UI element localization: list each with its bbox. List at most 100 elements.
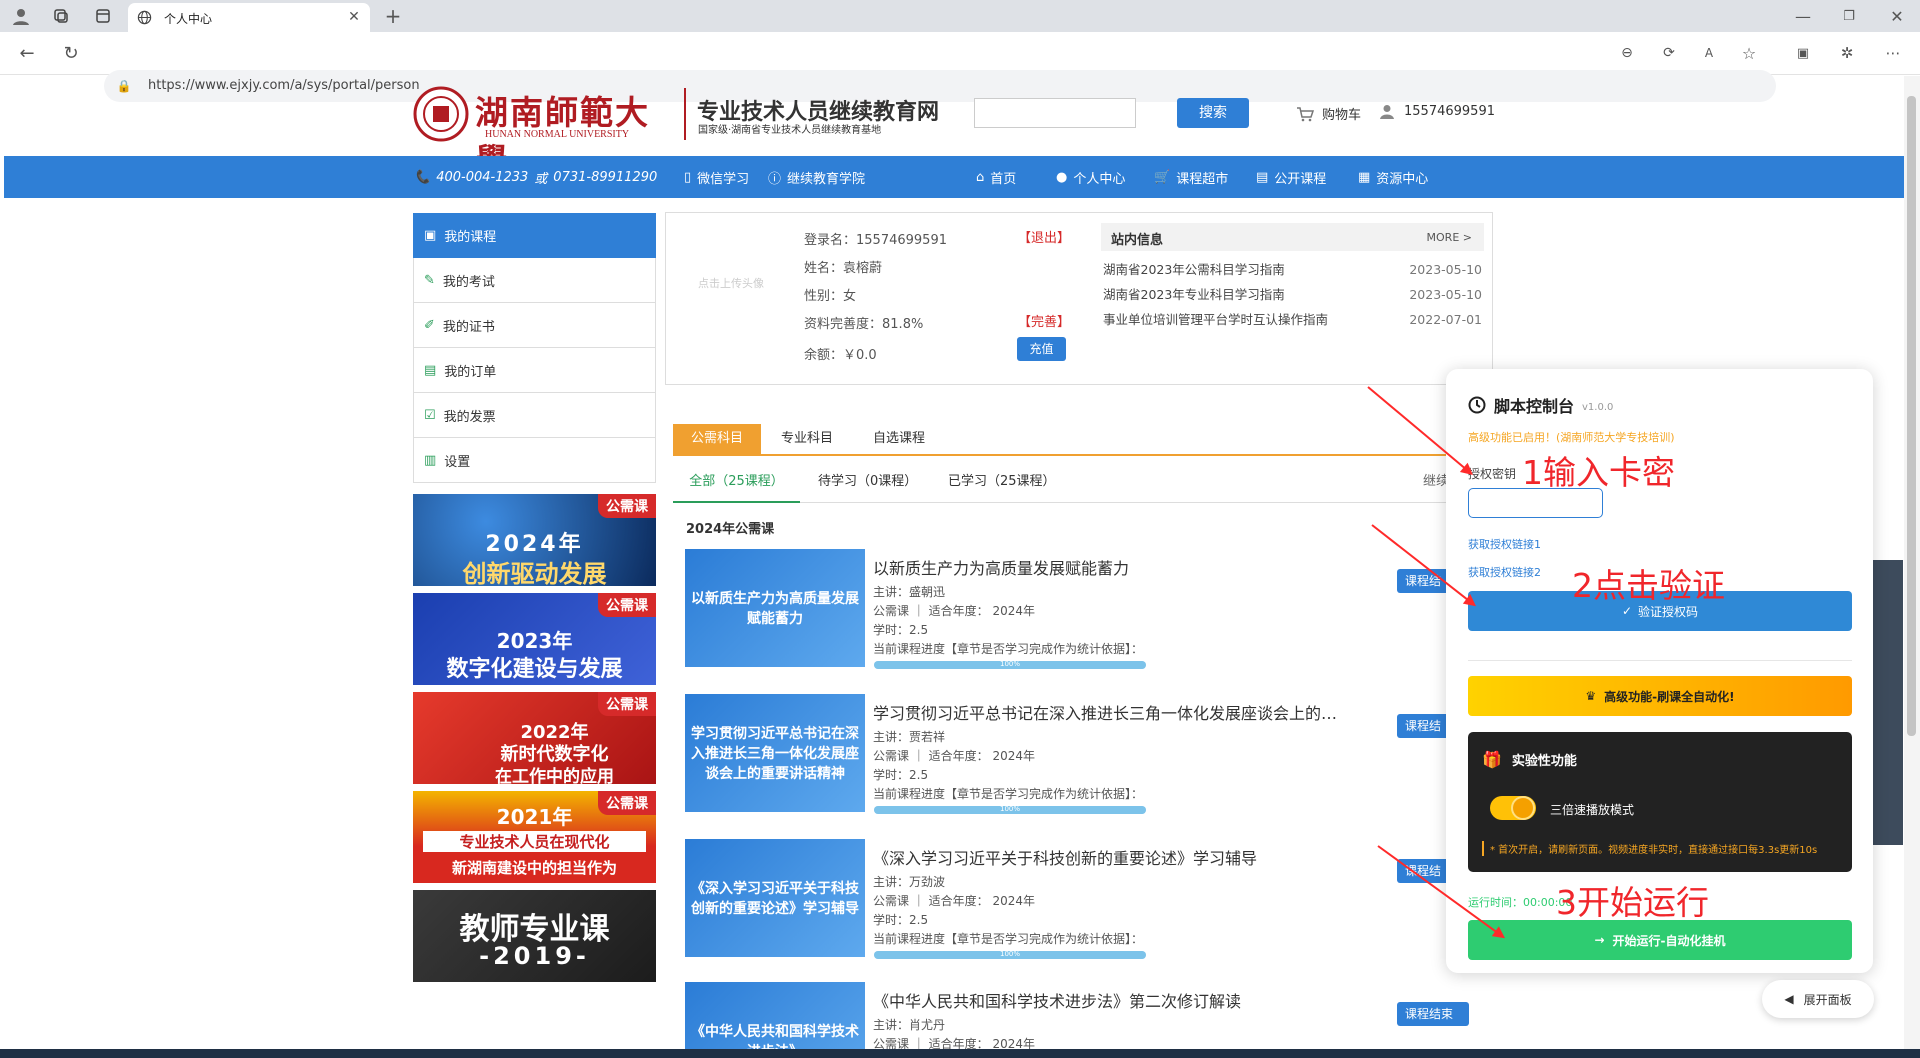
news-item[interactable]: 湖南省2023年公需科目学习指南 2023-05-10 [1103,257,1482,282]
course-thumbnail[interactable]: 《中华人民共和国科学技术进步法》 [685,982,865,1058]
start-button[interactable]: → 开始运行-自动化挂机 [1468,920,1852,960]
nav-college[interactable]: ⓘ 继续教育学院 [768,156,865,198]
tab-public[interactable]: 公需科目 [673,424,762,454]
course-progress-label: 当前课程进度【章节是否学习完成作为统计依据】： [873,787,1144,801]
banner-2024[interactable]: 公需课 2024年 创新驱动发展 [413,494,656,586]
banner-line1: 2021年 [496,805,573,829]
close-window-icon[interactable]: ✕ [1884,4,1910,28]
course-title[interactable]: 《深入学习习近平关于科技创新的重要论述》学习辅导 [873,845,1257,869]
speed-toggle[interactable] [1490,796,1536,820]
main-navbar: 📞 400-004-1233 或 0731-89911290 ▯ 微信学习 ⓘ 继续… [4,156,1906,198]
gender-value: 女 [843,289,857,304]
license-link-1[interactable]: 获取授权链接1 [1468,536,1541,552]
refresh-icon[interactable]: ↻ [58,40,84,66]
news-list: 湖南省2023年公需科目学习指南 2023-05-10 湖南省2023年专业科目学… [1103,257,1482,332]
url-bar[interactable]: 🔒 https://www.ejxjy.com/a/sys/portal/per… [104,70,1776,102]
favorite-star-icon[interactable]: ☆ [1738,42,1760,64]
section-title: 2024年公需课 [686,522,775,537]
page-scrollbar[interactable] [1904,76,1920,1049]
extensions-puzzle-icon[interactable]: ✲ [1836,42,1858,64]
translate-icon[interactable]: ⟳ [1658,42,1680,64]
profile-icon[interactable] [8,4,34,28]
menu-my-invoices[interactable]: ☑ 我的发票 [413,393,656,438]
course-thumbnail[interactable]: 学习贯彻习近平总书记在深入推进长三角一体化发展座谈会上的重要讲话精神 [685,694,865,812]
annotation-1: 1输入卡密 [1522,453,1675,492]
news-item-text: 湖南省2023年公需科目学习指南 [1103,262,1285,277]
menu-my-certs[interactable]: ✐ 我的证书 [413,303,656,348]
certificate-icon: ✐ [424,317,435,333]
logout-link[interactable]: 【退出】 [1018,227,1070,246]
search-button[interactable]: 搜索 [1177,98,1249,128]
news-header: 站内信息 MORE > [1101,223,1484,251]
read-aloud-icon[interactable]: A [1698,42,1720,64]
premium-button[interactable]: ♛ 高级功能-刷课全自动化! [1468,676,1852,716]
lock-icon[interactable]: 🔒 [116,78,132,94]
tab-professional[interactable]: 专业科目 [761,424,853,454]
news-item[interactable]: 事业单位培训管理平台学时互认操作指南 2022-07-01 [1103,307,1482,332]
cart-icon [1297,106,1314,121]
nav-open-courses[interactable]: ▤ 公开课程 [1256,156,1326,198]
tab-elective[interactable]: 自选课程 [853,424,945,454]
course-item[interactable]: 《中华人民共和国科学技术进步法》 《中华人民共和国科学技术进步法》第二次修订解读… [685,982,1469,1058]
new-tab-icon[interactable]: + [380,4,406,28]
course-thumbnail[interactable]: 《深入学习习近平关于科技创新的重要论述》学习辅导 [685,839,865,957]
nav-market[interactable]: 🛒 课程超市 [1154,156,1228,198]
extension-badge-icon[interactable]: ▣ [1792,42,1814,64]
tab-underline [673,454,1493,456]
nav-wechat[interactable]: ▯ 微信学习 [684,156,749,198]
course-item[interactable]: 以新质生产力为高质量发展赋能蓄力 以新质生产力为高质量发展赋能蓄力 主讲：盛朝迅… [685,549,1469,669]
subtab-pending[interactable]: 待学习（0课程） [818,463,917,501]
recharge-button[interactable]: 充值 [1017,337,1066,361]
phone-1: 400-004-1233 [436,169,529,185]
user-link[interactable]: 15574699591 [1380,104,1495,119]
courses-icon: ▣ [424,228,437,243]
menu-label: 我的订单 [444,364,497,380]
url-text[interactable]: https://www.ejxjy.com/a/sys/portal/perso… [148,78,420,93]
subtab-all[interactable]: 全部（25课程） [673,463,800,503]
menu-settings[interactable]: ▥ 设置 [413,438,656,483]
zoom-out-icon[interactable]: ⊖ [1616,42,1638,64]
back-icon[interactable]: ← [14,40,40,66]
banner-2022[interactable]: 公需课 2022年 新时代数字化 在工作中的应用 [413,692,656,784]
search-input[interactable] [974,98,1136,128]
course-item[interactable]: 《深入学习习近平关于科技创新的重要论述》学习辅导 《深入学习习近平关于科技创新的… [685,839,1469,959]
subtab-done[interactable]: 已学习（25课程） [948,463,1056,501]
menu-my-courses[interactable]: ▣ 我的课程 [413,213,656,258]
complete-label: 资料完善度： [804,317,883,332]
close-tab-icon[interactable]: ✕ [346,9,362,25]
nav-resources[interactable]: ▦ 资源中心 [1358,156,1428,198]
course-title[interactable]: 以新质生产力为高质量发展赋能蓄力 [873,555,1129,579]
course-year: 公需课 ｜ 适合年度： 2024年 [873,749,1035,763]
banner-teacher-2019[interactable]: 教师专业课 -2019- [413,890,656,982]
tab-actions-icon[interactable] [90,4,116,28]
workspaces-icon[interactable] [48,4,74,28]
expand-panel-button[interactable]: ◀ 展开面板 [1762,980,1874,1018]
course-end-button[interactable]: 课程结束 [1397,1002,1469,1026]
browser-tab-active[interactable]: 个人中心 ✕ [128,3,370,32]
nav-personal[interactable]: ● 个人中心 [1056,156,1125,198]
news-item-text: 事业单位培训管理平台学时互认操作指南 [1103,312,1329,327]
more-menu-icon[interactable]: ⋯ [1882,42,1904,64]
course-item[interactable]: 学习贯彻习近平总书记在深入推进长三角一体化发展座谈会上的重要讲话精神 学习贯彻习… [685,694,1469,814]
news-item[interactable]: 湖南省2023年专业科目学习指南 2023-05-10 [1103,282,1482,307]
speed-toggle-label: 三倍速播放模式 [1550,803,1635,817]
course-title[interactable]: 学习贯彻习近平总书记在深入推进长三角一体化发展座谈会上的… [873,700,1337,724]
scrollbar-thumb[interactable] [1907,96,1916,736]
nav-home[interactable]: ⌂ 首页 [976,156,1016,198]
course-title[interactable]: 《中华人民共和国科学技术进步法》第二次修订解读 [873,988,1241,1012]
cart-link[interactable]: 购物车 [1296,104,1361,123]
gender-label: 性别： [804,289,844,304]
complete-profile-link[interactable]: 【完善】 [1018,311,1070,330]
avatar[interactable]: 点击上传头像 [676,223,786,343]
banner-2021[interactable]: 公需课 2021年 专业技术人员在现代化 新湖南建设中的担当作为 [413,791,656,883]
panel-notice: 高级功能已启用！(湖南师范大学专技培训) [1468,431,1675,444]
menu-my-orders[interactable]: ▤ 我的订单 [413,348,656,393]
minimize-icon[interactable]: — [1790,4,1816,28]
license-link-2[interactable]: 获取授权链接2 [1468,564,1541,580]
news-more-link[interactable]: MORE > [1427,231,1472,244]
restore-icon[interactable]: ❐ [1836,4,1862,28]
course-thumbnail[interactable]: 以新质生产力为高质量发展赋能蓄力 [685,549,865,667]
menu-my-exams[interactable]: ✎ 我的考试 [413,258,656,303]
banner-2023[interactable]: 公需课 2023年 数字化建设与发展 [413,593,656,685]
university-logo[interactable]: 湖南師範大學 HUNAN NORMAL UNIVERSITY [413,86,673,180]
